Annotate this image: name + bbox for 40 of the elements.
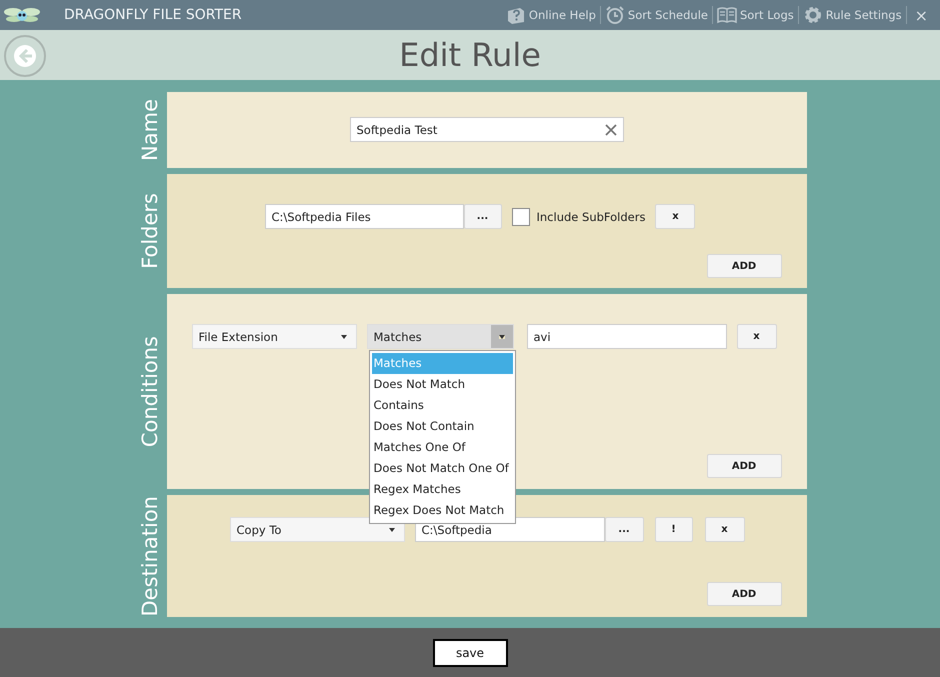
section-label: Destination (138, 496, 162, 616)
menu-item[interactable]: Does Not Contain (372, 416, 512, 437)
dragonfly-icon (4, 5, 40, 25)
clear-icon[interactable] (604, 124, 616, 136)
add-button[interactable]: ADD (706, 454, 782, 478)
remove-button[interactable]: x (655, 204, 696, 229)
field-dropdown[interactable]: File Extension (192, 324, 356, 349)
settings-icon (802, 5, 823, 25)
menu-item[interactable]: Does Not Match (372, 374, 512, 395)
checkbox-label: Include SubFolders (536, 210, 646, 224)
folder-path-field[interactable]: C:\Softpedia Files (264, 204, 464, 229)
back-button[interactable] (4, 35, 46, 77)
alarm-clock-icon (604, 5, 625, 25)
name-field[interactable]: Softpedia Test (350, 117, 624, 142)
action-dropdown[interactable]: Copy To (230, 517, 404, 542)
menu-item[interactable]: Matches One Of (372, 437, 512, 458)
menu-item[interactable]: Does Not Match One Of (372, 458, 512, 479)
caret-icon (340, 334, 346, 338)
remove-button[interactable]: x (704, 517, 744, 542)
remove-button[interactable]: x (736, 324, 776, 349)
value-field[interactable]: avi (526, 324, 726, 349)
menu-item[interactable]: Regex Matches (372, 479, 512, 500)
help-icon (506, 5, 526, 25)
operator-dropdown[interactable]: Matches (366, 324, 514, 349)
test-button[interactable]: ! (654, 517, 692, 542)
browse-button[interactable]: ... (464, 204, 502, 229)
save-button[interactable]: save (432, 638, 508, 666)
section-label: Conditions (138, 336, 162, 448)
caret-icon (388, 528, 394, 532)
include-subfolders-checkbox[interactable] (512, 208, 530, 226)
section-label: Name (138, 99, 162, 161)
menu-item[interactable]: Contains (372, 395, 512, 416)
page-title: Edit Rule (399, 36, 541, 74)
app-title: DRAGONFLY FILE SORTER (64, 7, 242, 23)
browse-button[interactable]: ... (604, 517, 644, 542)
section-label: Folders (138, 193, 162, 269)
caret-icon (498, 334, 504, 338)
add-button[interactable]: ADD (706, 582, 782, 606)
book-icon (716, 5, 737, 25)
add-button[interactable]: ADD (706, 254, 782, 278)
